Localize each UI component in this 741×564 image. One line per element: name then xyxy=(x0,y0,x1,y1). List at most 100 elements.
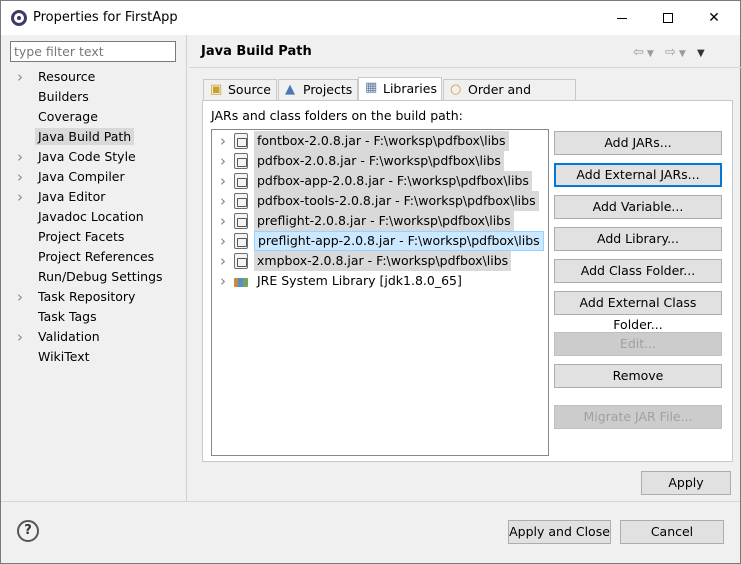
minimize-button[interactable] xyxy=(599,1,645,35)
nav-item-label: Resource xyxy=(38,69,96,84)
expand-arrow-icon[interactable]: › xyxy=(220,231,226,251)
edit-button[interactable]: Edit... xyxy=(554,332,722,356)
library-entry[interactable]: › xmpbox-2.0.8.jar - F:\worksp\pdfbox\lib… xyxy=(212,251,548,271)
nav-item-label: Builders xyxy=(38,89,89,104)
add-external-class-folder-button[interactable]: Add External Class Folder... xyxy=(554,291,722,332)
jar-icon xyxy=(234,213,248,229)
title-bar: Properties for FirstApp ✕ xyxy=(1,1,740,35)
library-entry[interactable]: › preflight-app-2.0.8.jar - F:\worksp\pdf… xyxy=(212,231,548,251)
property-page-tree: › Resource Builders Coverage Java Build Path… xyxy=(1,67,187,367)
expand-arrow-icon[interactable]: › xyxy=(17,187,23,207)
nav-item[interactable]: › Java Compiler xyxy=(1,167,187,187)
library-entry[interactable]: › pdfbox-tools-2.0.8.jar - F:\worksp\pdfb… xyxy=(212,191,548,211)
navigation-panel: › Resource Builders Coverage Java Build Path… xyxy=(1,35,187,501)
library-entry-label: JRE System Library [jdk1.8.0_65] xyxy=(257,273,462,288)
close-icon: ✕ xyxy=(708,10,720,26)
nav-item[interactable]: › Java Editor xyxy=(1,187,187,207)
page-title: Java Build Path xyxy=(201,44,312,59)
nav-item[interactable]: › Validation xyxy=(1,327,187,347)
expand-arrow-icon[interactable]: › xyxy=(220,191,226,211)
maximize-icon xyxy=(663,13,673,23)
library-entry[interactable]: › pdfbox-app-2.0.8.jar - F:\worksp\pdfbox… xyxy=(212,171,548,191)
tab-order-export[interactable]: ○ Order and Export xyxy=(443,79,576,117)
library-entry-label: fontbox-2.0.8.jar - F:\worksp\pdfbox\lib… xyxy=(254,131,509,151)
tab-libraries[interactable]: ▦ Libraries xyxy=(358,77,442,102)
nav-item-label: Task Tags xyxy=(38,309,97,324)
nav-item[interactable]: WikiText xyxy=(1,347,187,367)
migrate-jar-button[interactable]: Migrate JAR File... xyxy=(554,405,722,429)
add-jars-button[interactable]: Add JARs... xyxy=(554,131,722,155)
eclipse-icon xyxy=(11,10,27,26)
filter-input[interactable] xyxy=(10,41,176,62)
nav-item[interactable]: Coverage xyxy=(1,107,187,127)
nav-item-label: Java Compiler xyxy=(38,169,125,184)
view-menu-icon[interactable]: ▼ xyxy=(697,48,705,59)
nav-item[interactable]: Project Facets xyxy=(1,227,187,247)
properties-dialog: Properties for FirstApp ✕ › Resource Build… xyxy=(0,0,741,564)
nav-item-label: Validation xyxy=(38,329,100,344)
expand-arrow-icon[interactable]: › xyxy=(220,151,226,171)
libraries-tab-pane: JARs and class folders on the build path… xyxy=(202,100,733,462)
library-entry-label: preflight-app-2.0.8.jar - F:\worksp\pdfb… xyxy=(254,231,544,251)
tab-projects[interactable]: ▲ Projects xyxy=(278,79,358,101)
close-button[interactable]: ✕ xyxy=(691,1,737,35)
jar-icon xyxy=(234,253,248,269)
nav-item-label: Project References xyxy=(38,249,155,264)
library-entry-label: pdfbox-2.0.8.jar - F:\worksp\pdfbox\libs xyxy=(254,151,504,171)
expand-arrow-icon[interactable]: › xyxy=(17,167,23,187)
add-class-folder-button[interactable]: Add Class Folder... xyxy=(554,259,722,283)
nav-item-label: Run/Debug Settings xyxy=(38,269,163,284)
nav-item[interactable]: Javadoc Location xyxy=(1,207,187,227)
forward-dropdown-icon[interactable]: ▼ xyxy=(679,49,686,59)
add-library-button[interactable]: Add Library... xyxy=(554,227,722,251)
help-icon[interactable]: ? xyxy=(17,520,39,542)
order-export-icon: ○ xyxy=(450,82,462,97)
jar-icon xyxy=(234,173,248,189)
nav-item[interactable]: › Java Code Style xyxy=(1,147,187,167)
jar-icon xyxy=(234,233,248,249)
source-folder-icon: ▣ xyxy=(210,82,223,97)
remove-button[interactable]: Remove xyxy=(554,364,722,388)
apply-button[interactable]: Apply xyxy=(641,471,731,495)
nav-item[interactable]: Project References xyxy=(1,247,187,267)
nav-item[interactable]: Java Build Path xyxy=(1,127,187,147)
nav-item-label: Java Build Path xyxy=(35,128,135,145)
nav-item-label: Javadoc Location xyxy=(38,209,144,224)
cancel-button[interactable]: Cancel xyxy=(620,520,724,544)
library-entry[interactable]: › fontbox-2.0.8.jar - F:\worksp\pdfbox\li… xyxy=(212,131,548,151)
nav-item[interactable]: › Task Repository xyxy=(1,287,187,307)
add-variable-button[interactable]: Add Variable... xyxy=(554,195,722,219)
libraries-icon: ▦ xyxy=(365,80,378,95)
library-entry[interactable]: › JRE System Library [jdk1.8.0_65] xyxy=(212,271,548,291)
tab-libraries-label: Libraries xyxy=(383,81,437,96)
back-dropdown-icon[interactable]: ▼ xyxy=(647,49,654,59)
maximize-button[interactable] xyxy=(645,1,691,35)
expand-arrow-icon[interactable]: › xyxy=(17,67,23,87)
expand-arrow-icon[interactable]: › xyxy=(220,211,226,231)
library-entry[interactable]: › pdfbox-2.0.8.jar - F:\worksp\pdfbox\lib… xyxy=(212,151,548,171)
apply-and-close-button[interactable]: Apply and Close xyxy=(508,520,611,544)
library-list[interactable]: › fontbox-2.0.8.jar - F:\worksp\pdfbox\li… xyxy=(211,129,549,456)
expand-arrow-icon[interactable]: › xyxy=(220,171,226,191)
minimize-icon xyxy=(617,17,627,19)
library-entry[interactable]: › preflight-2.0.8.jar - F:\worksp\pdfbox\… xyxy=(212,211,548,231)
nav-item[interactable]: Task Tags xyxy=(1,307,187,327)
forward-arrow-icon[interactable]: ⇨ xyxy=(665,45,676,60)
expand-arrow-icon[interactable]: › xyxy=(17,147,23,167)
nav-item[interactable]: Builders xyxy=(1,87,187,107)
expand-arrow-icon[interactable]: › xyxy=(220,131,226,151)
expand-arrow-icon[interactable]: › xyxy=(220,251,226,271)
nav-item-label: Java Editor xyxy=(38,189,106,204)
tab-source-label: Source xyxy=(228,82,271,97)
nav-item[interactable]: Run/Debug Settings xyxy=(1,267,187,287)
expand-arrow-icon[interactable]: › xyxy=(17,287,23,307)
projects-icon: ▲ xyxy=(285,82,295,97)
add-external-jars-button[interactable]: Add External JARs... xyxy=(554,163,722,187)
build-path-heading: JARs and class folders on the build path… xyxy=(211,108,463,123)
expand-arrow-icon[interactable]: › xyxy=(17,327,23,347)
nav-item[interactable]: › Resource xyxy=(1,67,187,87)
back-arrow-icon[interactable]: ⇦ xyxy=(633,45,644,60)
expand-arrow-icon[interactable]: › xyxy=(220,271,226,291)
tab-source[interactable]: ▣ Source xyxy=(203,79,277,101)
jar-icon xyxy=(234,153,248,169)
